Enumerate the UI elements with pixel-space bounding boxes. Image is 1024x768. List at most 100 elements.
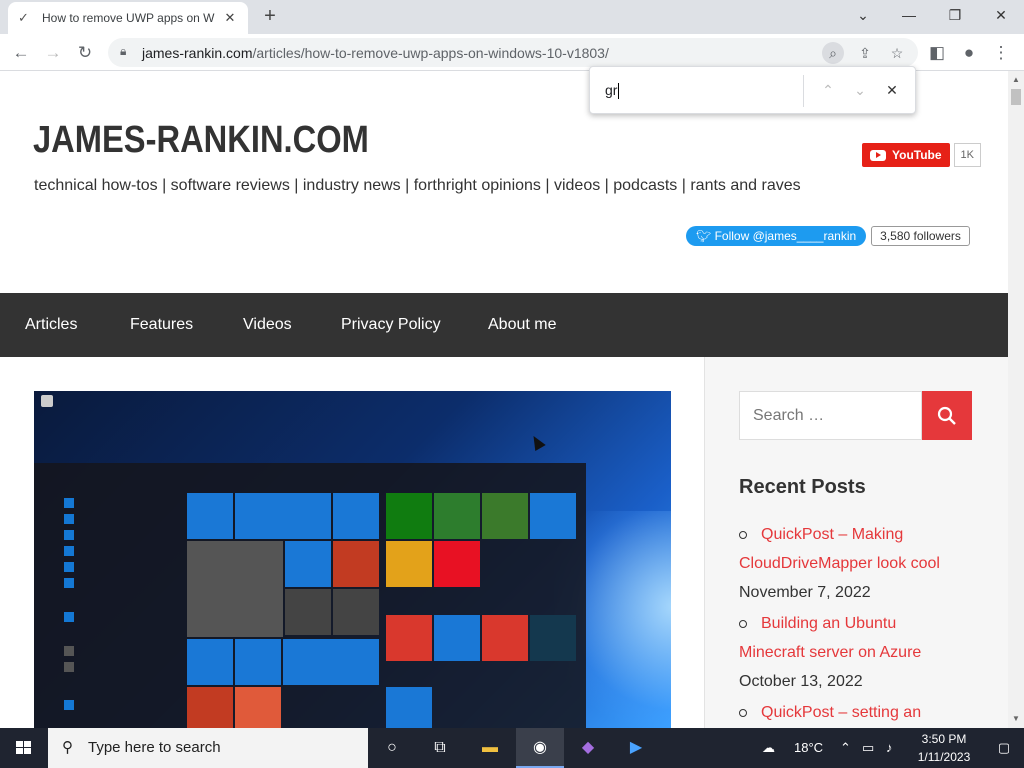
site-tagline: technical how-tos | software reviews | i… bbox=[34, 177, 801, 194]
tile-sports bbox=[235, 687, 281, 728]
search-input[interactable]: Search … bbox=[739, 391, 922, 440]
recent-post-link[interactable]: QuickPost – setting an bbox=[761, 704, 921, 721]
tile-candy bbox=[386, 541, 432, 587]
find-previous-icon[interactable]: ⌃ bbox=[817, 79, 839, 101]
nav-features[interactable]: Features bbox=[130, 293, 193, 357]
mouse-cursor-icon bbox=[528, 432, 546, 452]
search-button[interactable] bbox=[922, 391, 972, 440]
close-tab-icon[interactable]: ✕ bbox=[222, 10, 238, 26]
scroll-up-icon[interactable]: ▲ bbox=[1012, 75, 1020, 84]
weather-temp[interactable]: 18°C bbox=[794, 728, 823, 768]
forward-icon[interactable]: → bbox=[40, 40, 66, 66]
tile-feedback bbox=[386, 687, 432, 728]
bookmark-star-icon[interactable]: ☆ bbox=[886, 42, 908, 64]
windows-logo-icon bbox=[16, 741, 32, 755]
site-title[interactable]: JAMES-RANKIN.COM bbox=[33, 119, 369, 162]
start-menu-image bbox=[34, 463, 586, 728]
tab-strip: ✓ How to remove UWP apps on W ✕ + ⌄ — ❐ … bbox=[0, 0, 1024, 34]
youtube-subscribe[interactable]: YouTube 1K bbox=[862, 143, 982, 167]
weather-cloud-icon[interactable]: ☁ bbox=[762, 728, 775, 768]
find-in-page-icon[interactable]: ⌕ bbox=[822, 42, 844, 64]
tile-remote bbox=[434, 615, 480, 661]
article-hero-image[interactable] bbox=[34, 391, 671, 728]
site-favicon-icon: ✓ bbox=[18, 10, 29, 25]
back-icon[interactable]: ← bbox=[8, 40, 34, 66]
tile-news2 bbox=[333, 589, 379, 635]
nav-about-me[interactable]: About me bbox=[488, 293, 556, 357]
find-close-icon[interactable]: ✕ bbox=[881, 79, 903, 101]
recent-post-link-cont[interactable]: CloudDriveMapper look cool bbox=[739, 555, 940, 572]
start-button[interactable] bbox=[0, 728, 48, 768]
nav-videos[interactable]: Videos bbox=[243, 293, 292, 357]
taskbar-search-placeholder: Type here to search bbox=[88, 739, 221, 756]
twitter-follow[interactable]: 🐦︎ Follow @james____rankin 3,580 followe… bbox=[686, 226, 970, 246]
volume-icon[interactable]: ♪ bbox=[886, 728, 893, 768]
file-explorer-icon[interactable]: ▬ bbox=[466, 728, 514, 768]
address-bar[interactable]: 🔒︎ james-rankin.com/articles/how-to-remo… bbox=[108, 38, 918, 67]
tile-minecraft bbox=[482, 493, 528, 539]
recycle-bin-icon bbox=[38, 395, 56, 417]
tile-photoshop bbox=[530, 615, 576, 661]
new-tab-button[interactable]: + bbox=[258, 4, 282, 28]
tile-weather bbox=[283, 639, 379, 685]
taskbar-search-box[interactable]: ⚲ Type here to search bbox=[48, 728, 368, 768]
twitter-follow-button[interactable]: 🐦︎ Follow @james____rankin bbox=[686, 226, 867, 246]
page-scrollbar[interactable]: ▲ ▼ bbox=[1008, 71, 1024, 728]
bullet-icon bbox=[739, 708, 747, 717]
notifications-icon[interactable]: ▢ bbox=[984, 728, 1024, 768]
bullet-icon bbox=[739, 530, 747, 539]
powershell-icon[interactable]: ▶ bbox=[612, 728, 660, 768]
search-icon: ⚲ bbox=[62, 739, 73, 756]
tile-wunderlist bbox=[386, 615, 432, 661]
reload-icon[interactable]: ↻ bbox=[72, 40, 98, 66]
url-path: /articles/how-to-remove-uwp-apps-on-wind… bbox=[252, 45, 609, 61]
recent-post-date: November 7, 2022 bbox=[739, 584, 871, 601]
tile-xbox bbox=[386, 493, 432, 539]
network-icon[interactable]: ▭ bbox=[862, 728, 874, 768]
scroll-down-icon[interactable]: ▼ bbox=[1012, 714, 1020, 723]
close-window-button[interactable]: ✕ bbox=[978, 0, 1024, 30]
browser-tab[interactable]: ✓ How to remove UWP apps on W ✕ bbox=[8, 2, 248, 34]
find-next-icon[interactable]: ⌄ bbox=[849, 79, 871, 101]
minimize-button[interactable]: — bbox=[886, 0, 932, 30]
profile-avatar-icon[interactable]: ● bbox=[956, 40, 982, 66]
tile-twitter bbox=[235, 639, 281, 685]
share-icon[interactable]: ⇪ bbox=[854, 42, 876, 64]
search-icon bbox=[937, 406, 956, 425]
lock-icon[interactable]: 🔒︎ bbox=[120, 44, 126, 59]
find-input-text: gr bbox=[605, 82, 618, 98]
menu-kebab-icon[interactable]: ⋮ bbox=[988, 40, 1014, 66]
recent-posts-heading: Recent Posts bbox=[739, 476, 866, 498]
bullet-icon bbox=[739, 619, 747, 628]
visual-studio-icon[interactable]: ◆ bbox=[564, 728, 612, 768]
find-separator bbox=[803, 75, 804, 107]
youtube-count: 1K bbox=[953, 143, 982, 167]
tile-money bbox=[187, 687, 233, 728]
cortana-icon[interactable]: ○ bbox=[368, 728, 416, 768]
web-page: JAMES-RANKIN.COM technical how-tos | sof… bbox=[0, 71, 1008, 728]
tile-news bbox=[285, 589, 331, 635]
main-nav: Articles Features Videos Privacy Policy … bbox=[0, 293, 1008, 357]
recent-post-link[interactable]: Building an Ubuntu bbox=[761, 615, 896, 632]
nav-articles[interactable]: Articles bbox=[25, 293, 77, 357]
recent-post-link-cont[interactable]: Minecraft server on Azure bbox=[739, 644, 921, 661]
youtube-button[interactable]: YouTube bbox=[862, 143, 950, 167]
restore-button[interactable]: ❐ bbox=[932, 0, 978, 30]
taskbar-clock[interactable]: 3:50 PM 1/11/2023 bbox=[908, 730, 980, 766]
tile-contents bbox=[333, 541, 379, 587]
tray-chevron-icon[interactable]: ⌃ bbox=[840, 728, 851, 768]
scrollbar-thumb[interactable] bbox=[1011, 89, 1021, 105]
chrome-icon[interactable]: ◉ bbox=[516, 728, 564, 768]
nav-privacy-policy[interactable]: Privacy Policy bbox=[341, 293, 441, 357]
youtube-play-icon bbox=[870, 149, 886, 161]
tab-title: How to remove UWP apps on W bbox=[42, 11, 215, 25]
tile-remote-desktop bbox=[482, 615, 528, 661]
tab-search-icon[interactable]: ⌄ bbox=[840, 0, 886, 30]
find-input[interactable]: gr bbox=[605, 82, 620, 100]
recent-post-date: October 13, 2022 bbox=[739, 673, 863, 690]
recent-post-link[interactable]: QuickPost – Making bbox=[761, 526, 903, 543]
side-panel-icon[interactable]: ◧ bbox=[924, 40, 950, 66]
task-view-icon[interactable]: ⧉ bbox=[416, 728, 464, 768]
tile-store bbox=[333, 493, 379, 539]
tile-mail bbox=[187, 493, 233, 539]
